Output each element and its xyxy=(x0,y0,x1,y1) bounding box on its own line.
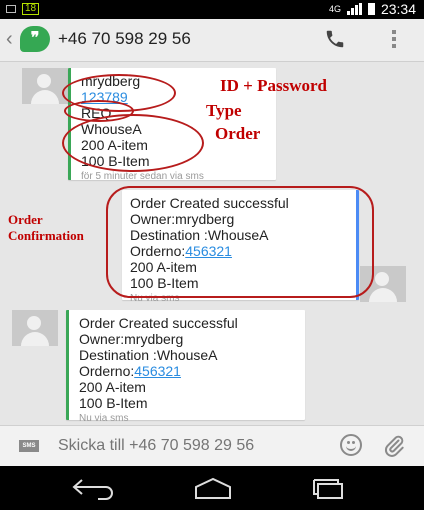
message-timestamp: för 5 minuter sedan via sms xyxy=(81,171,204,182)
attach-icon[interactable] xyxy=(382,434,406,458)
nav-home-icon[interactable] xyxy=(190,476,236,500)
message-bubble-3[interactable]: Order Created successful Owner:mrydberg … xyxy=(66,310,305,424)
emoji-icon[interactable] xyxy=(340,434,362,456)
order-number-label: Orderno: xyxy=(79,363,135,379)
message-line: 200 A-item xyxy=(79,379,146,395)
notification-badge: 18 xyxy=(22,3,40,15)
phone-icon[interactable] xyxy=(324,28,346,50)
nav-recents-icon[interactable] xyxy=(306,476,352,500)
avatar xyxy=(12,310,58,346)
order-number-link[interactable]: 456321 xyxy=(134,363,181,379)
hangouts-logo-icon[interactable]: ❞ xyxy=(20,26,50,52)
message-timestamp: Nu via sms xyxy=(79,413,129,424)
battery-icon xyxy=(367,3,375,15)
order-number-line: Orderno:456321 xyxy=(79,363,238,379)
image-notification-icon xyxy=(6,5,16,13)
annotation-order: Order xyxy=(215,124,261,143)
contact-title: +46 70 598 29 56 xyxy=(58,29,191,48)
avatar xyxy=(22,68,68,104)
network-type: 4G xyxy=(328,4,341,14)
annotation-box-confirmation xyxy=(106,186,374,298)
sms-icon: SMS xyxy=(19,440,39,452)
overflow-menu-icon[interactable] xyxy=(392,30,396,51)
annotation-id-password: ID + Password xyxy=(220,76,327,95)
message-line: Destination :WhouseA xyxy=(79,347,218,363)
annotation-type: Type xyxy=(206,101,242,120)
clock: 23:34 xyxy=(380,1,416,17)
annotation-confirmation-1: Order xyxy=(8,212,43,227)
annotation-confirmation-2: Confirmation xyxy=(8,228,84,243)
composer-bar: SMS xyxy=(0,425,424,466)
annotation-ellipse-order xyxy=(62,114,204,172)
app-bar: ‹ ❞ +46 70 598 29 56 xyxy=(0,19,424,62)
navigation-bar xyxy=(0,466,424,510)
message-line: Order Created successful xyxy=(79,315,238,331)
message-input[interactable] xyxy=(56,436,310,456)
message-line: 100 B-Item xyxy=(79,395,148,411)
signal-icon xyxy=(346,3,362,15)
message-line: Owner:mrydberg xyxy=(79,331,184,347)
nav-back-icon[interactable] xyxy=(70,476,116,500)
back-icon[interactable]: ‹ xyxy=(6,28,13,50)
status-bar: 18 4G 23:34 xyxy=(0,0,424,19)
